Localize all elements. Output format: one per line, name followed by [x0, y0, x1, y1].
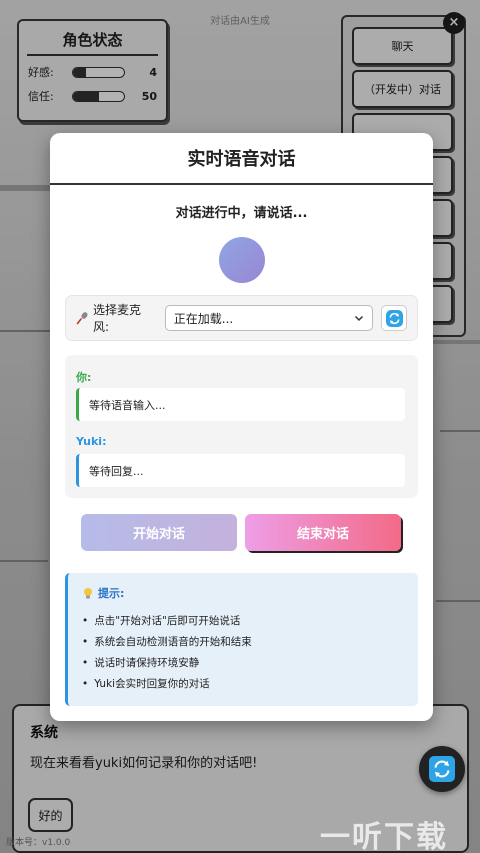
- ai-speaker-label: Yuki:: [76, 435, 107, 448]
- refresh-microphones-button[interactable]: [381, 305, 408, 331]
- microphone-label: 选择麦克风:: [76, 301, 157, 335]
- tip-item: 系统会自动检测语音的开始和结束: [82, 631, 404, 652]
- user-speaker-label: 你:: [76, 371, 92, 384]
- tip-item: 点击"开始对话"后即可开始说话: [82, 610, 404, 631]
- microphone-select-value: 正在加载...: [173, 311, 234, 326]
- ai-reply: 等待回复...: [76, 454, 405, 487]
- microphone-label-text: 选择麦克风:: [92, 303, 141, 334]
- tips-panel: 提示: 点击"开始对话"后即可开始说话 系统会自动检测语音的开始和结束 说话时请…: [65, 573, 418, 706]
- watermark-logo: 一听下载: [320, 820, 448, 853]
- lightbulb-icon: [84, 587, 92, 598]
- action-buttons: 开始对话 结束对话: [81, 514, 403, 551]
- voice-activity-orb: [218, 237, 265, 283]
- tips-header: 提示:: [82, 585, 404, 601]
- voice-chat-modal: 实时语音对话 对话进行中，请说话... 选择麦克风: 正在加载... 你: 等待…: [50, 133, 433, 721]
- tips-list: 点击"开始对话"后即可开始说话 系统会自动检测语音的开始和结束 说话时请保持环境…: [82, 610, 404, 694]
- conversation-panel: 你: 等待语音输入... Yuki: 等待回复...: [65, 355, 418, 498]
- end-conversation-button[interactable]: 结束对话: [245, 514, 401, 551]
- tips-title: 提示:: [98, 587, 125, 600]
- microphone-select[interactable]: 正在加载...: [164, 305, 374, 331]
- refresh-icon: [385, 309, 403, 327]
- conversation-status: 对话进行中，请说话...: [175, 206, 308, 221]
- sync-fab-button[interactable]: [419, 746, 465, 792]
- tip-item: 说话时请保持环境安静: [82, 652, 404, 673]
- microphone-icon: [76, 312, 88, 325]
- chevron-down-icon: [355, 315, 364, 322]
- tip-item: Yuki会实时回复你的对话: [82, 673, 404, 694]
- sync-icon: [429, 756, 455, 782]
- user-transcript: 等待语音输入...: [76, 388, 405, 421]
- microphone-selector-row: 选择麦克风: 正在加载...: [65, 295, 418, 341]
- modal-title: 实时语音对话: [50, 133, 433, 185]
- start-conversation-button[interactable]: 开始对话: [81, 514, 237, 551]
